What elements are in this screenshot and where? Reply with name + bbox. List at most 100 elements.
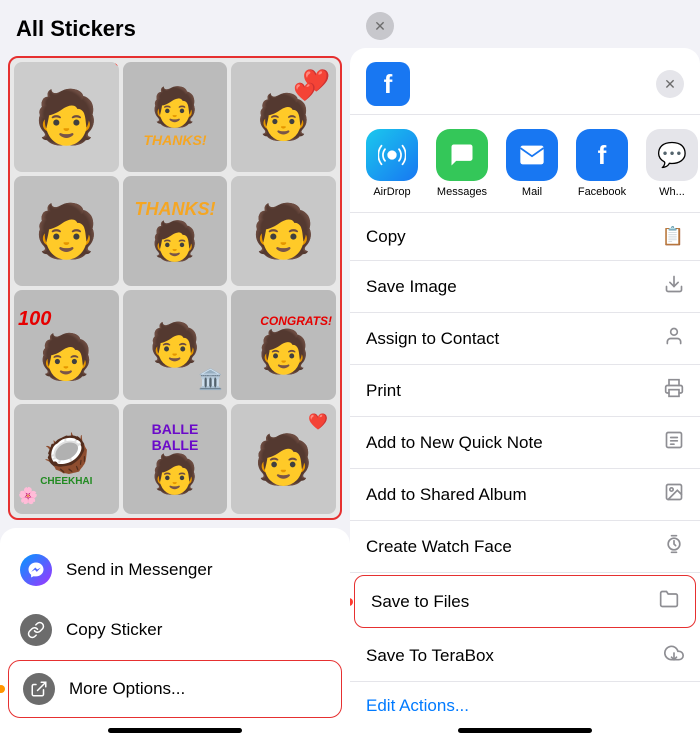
contact-icon (664, 326, 684, 351)
copy-menu-item[interactable]: Copy 📋 (350, 213, 700, 261)
copy-sticker-action[interactable]: Copy Sticker (0, 600, 350, 660)
airdrop-icon (366, 129, 418, 181)
create-watch-face-label: Create Watch Face (366, 537, 512, 557)
add-shared-album-menu-item[interactable]: Add to Shared Album (350, 469, 700, 521)
send-messenger-label: Send in Messenger (66, 560, 212, 580)
messages-app[interactable]: Messages (436, 129, 488, 198)
copy-sticker-label: Copy Sticker (66, 620, 162, 640)
sticker-cell[interactable]: 100 🧑 (14, 290, 119, 400)
more-options-label: More Options... (69, 679, 185, 699)
mail-icon (506, 129, 558, 181)
airdrop-app[interactable]: AirDrop (366, 129, 418, 198)
sticker-cell[interactable]: 🧑 (14, 62, 119, 172)
download-svg-icon (664, 274, 684, 294)
sticker-cell[interactable]: 🧑 (231, 176, 336, 286)
save-image-icon (664, 274, 684, 299)
menu-list: Copy 📋 Save Image Assign to Contact (350, 213, 700, 718)
shared-album-icon (664, 482, 684, 507)
sticker-cheekhai-text: CHEEKHAI (40, 476, 92, 487)
sticker-cell[interactable]: CONGRATS! 🧑 (231, 290, 336, 400)
add-shared-album-label: Add to Shared Album (366, 485, 527, 505)
sticker-grid-container: 🧑 🧑 THANKS! 🧑 ❤️ ❤️ 🧑 THANKS! 🧑 🧑 (0, 52, 350, 528)
stickers-title: All Stickers (0, 0, 350, 52)
assign-contact-label: Assign to Contact (366, 329, 499, 349)
sticker-cell[interactable]: 🧑 ❤️ (231, 404, 336, 514)
cloud-svg-icon (664, 643, 684, 663)
close-top-button[interactable]: ✕ (366, 12, 394, 40)
app-icons-row: AirDrop Messages Mail (350, 115, 700, 213)
mail-svg-icon (518, 141, 546, 169)
save-terabox-label: Save To TeraBox (366, 646, 494, 666)
watch-icon (664, 534, 684, 559)
save-to-files-label: Save to Files (371, 592, 469, 612)
link-svg-icon (27, 621, 45, 639)
whatsapp-app[interactable]: 💬 Wh... (646, 129, 698, 198)
send-messenger-action[interactable]: Send in Messenger (0, 540, 350, 600)
sticker-cell[interactable]: 🧑 THANKS! (123, 62, 228, 172)
cloud-icon (664, 643, 684, 668)
sticker-thanks-text: THANKS! (143, 132, 206, 148)
person-svg-icon (664, 326, 684, 346)
facebook-f-letter: f (598, 140, 607, 171)
sticker-cell[interactable]: 🧑 (14, 176, 119, 286)
home-indicator-left (108, 728, 242, 733)
facebook-label: Facebook (578, 186, 626, 198)
messenger-icon (20, 554, 52, 586)
share-sheet-header: f ✕ (350, 48, 700, 115)
messages-svg-icon (448, 141, 476, 169)
more-app-icon: 💬 (646, 129, 698, 181)
mail-label: Mail (522, 186, 542, 198)
bottom-actions-sheet: Send in Messenger Copy Sticker More Opti (0, 528, 350, 741)
airdrop-label: AirDrop (373, 186, 410, 198)
facebook-icon: f (576, 129, 628, 181)
sticker-cell[interactable]: THANKS! 🧑 (123, 176, 228, 286)
folder-svg-icon (659, 589, 679, 609)
watch-svg-icon (664, 534, 684, 554)
print-label: Print (366, 381, 401, 401)
mail-app[interactable]: Mail (506, 129, 558, 198)
copy-icon: 📋 (662, 226, 684, 247)
sticker-cell[interactable]: BALLE BALLE 🧑 (123, 404, 228, 514)
link-icon (20, 614, 52, 646)
whatsapp-label: Wh... (659, 186, 685, 198)
sticker-congrats-text: CONGRATS! (260, 314, 332, 328)
edit-actions-item[interactable]: Edit Actions... (350, 682, 700, 718)
save-to-files-menu-item[interactable]: Save to Files (354, 575, 696, 628)
facebook-app[interactable]: f Facebook (576, 129, 628, 198)
sticker-grid: 🧑 🧑 THANKS! 🧑 ❤️ ❤️ 🧑 THANKS! 🧑 🧑 (8, 56, 342, 520)
assign-contact-menu-item[interactable]: Assign to Contact (350, 313, 700, 365)
messages-label: Messages (437, 186, 487, 198)
left-panel: All Stickers 🧑 🧑 THANKS! 🧑 ❤️ ❤️ 🧑 (0, 0, 350, 741)
sticker-cell[interactable]: 🥥 CHEEKHAI 🌸 (14, 404, 119, 514)
copy-menu-label: Copy (366, 227, 406, 247)
red-dot-save (350, 598, 353, 606)
save-image-menu-item[interactable]: Save Image (350, 261, 700, 313)
close-sheet-button[interactable]: ✕ (656, 70, 684, 98)
shared-album-svg-icon (664, 482, 684, 502)
share-sheet: f ✕ AirDrop (350, 48, 700, 741)
print-icon (664, 378, 684, 403)
note-svg-icon (664, 430, 684, 450)
notification-dot (115, 62, 119, 66)
printer-svg-icon (664, 378, 684, 398)
orange-dot (0, 685, 5, 693)
share-svg-icon (30, 680, 48, 698)
edit-actions-label: Edit Actions... (366, 696, 469, 715)
note-icon (664, 430, 684, 455)
right-panel: ✕ f ✕ AirDrop (350, 0, 700, 741)
sticker-cell[interactable]: 🧑 🏛️ (123, 290, 228, 400)
share-icon (23, 673, 55, 705)
sticker-cell[interactable]: 🧑 ❤️ ❤️ (231, 62, 336, 172)
more-options-action[interactable]: More Options... (8, 660, 342, 718)
messages-icon (436, 129, 488, 181)
sticker-100-text: 100 (18, 308, 51, 331)
create-watch-face-menu-item[interactable]: Create Watch Face (350, 521, 700, 573)
add-quick-note-menu-item[interactable]: Add to New Quick Note (350, 417, 700, 469)
print-menu-item[interactable]: Print (350, 365, 700, 417)
add-quick-note-label: Add to New Quick Note (366, 433, 543, 453)
sticker-balle-text: BALLE BALLE (127, 421, 224, 453)
save-terabox-menu-item[interactable]: Save To TeraBox (350, 630, 700, 682)
right-top-bar: ✕ (350, 0, 700, 48)
folder-icon (659, 589, 679, 614)
close-top-icon: ✕ (374, 18, 386, 35)
